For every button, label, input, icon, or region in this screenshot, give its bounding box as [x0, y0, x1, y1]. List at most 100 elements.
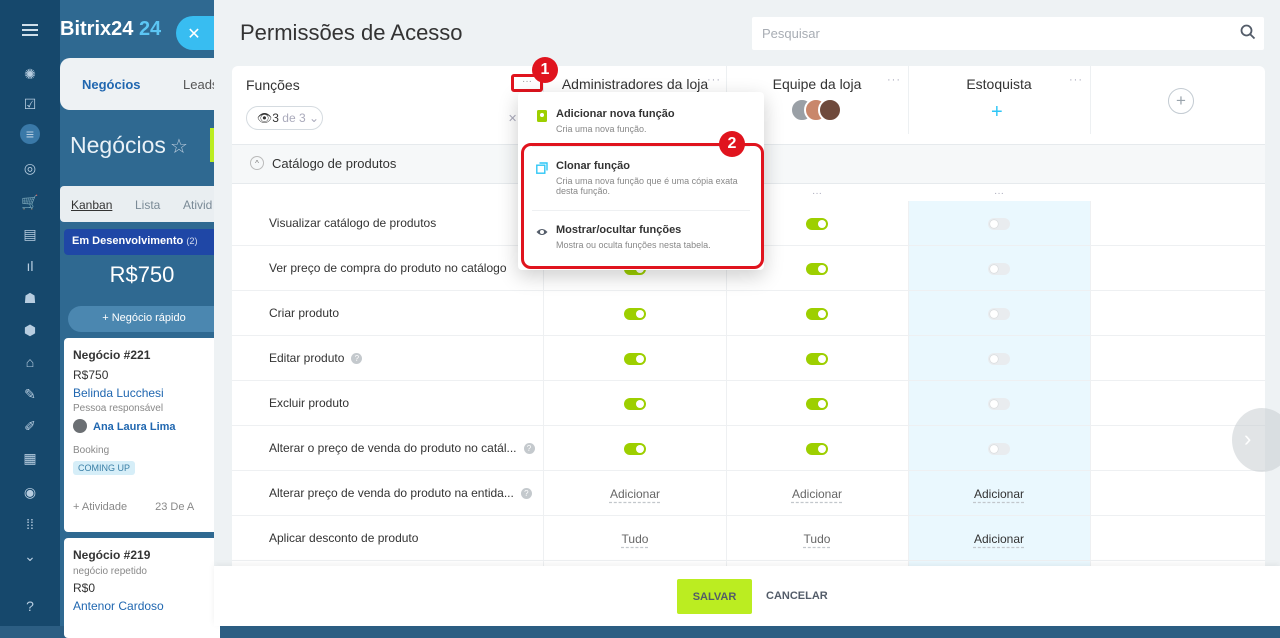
permission-toggle[interactable]: [988, 217, 1010, 230]
permission-toggle[interactable]: [806, 262, 828, 275]
close-slider-button[interactable]: ✕: [176, 16, 216, 50]
brand-logo[interactable]: Bitrix24 24: [60, 18, 161, 41]
more-icon[interactable]: ⌄: [20, 546, 40, 566]
permission-toggle[interactable]: [806, 217, 828, 230]
calendar-icon[interactable]: ▦: [20, 448, 40, 468]
permission-label: Ver preço de compra do produto no catálo…: [269, 261, 507, 275]
analytics-icon[interactable]: ıl: [20, 256, 40, 276]
help-icon[interactable]: ?: [351, 353, 363, 364]
permission-value-link[interactable]: Adicionar: [792, 487, 842, 501]
bg-view-activities[interactable]: Ativid: [183, 198, 212, 212]
permission-label: Excluir produto: [269, 396, 349, 410]
bg-card-contact[interactable]: Belinda Lucchesi: [73, 386, 220, 400]
documents-icon[interactable]: ✐: [20, 416, 40, 436]
permission-toggle[interactable]: [988, 397, 1010, 410]
permission-toggle[interactable]: [988, 352, 1010, 365]
star-icon[interactable]: ☆: [170, 134, 188, 159]
permission-toggle[interactable]: [624, 352, 646, 365]
help-icon[interactable]: ?: [520, 488, 532, 499]
bg-card-title[interactable]: Negócio #219: [73, 548, 220, 562]
permission-cell: [726, 426, 908, 471]
add-member-plus-icon[interactable]: +: [991, 102, 1003, 122]
permission-cell: [726, 336, 908, 381]
column-header-team[interactable]: Equipe da loja: [726, 76, 908, 92]
column-more-icon[interactable]: ···: [994, 188, 1004, 199]
search-icon[interactable]: [1239, 23, 1257, 41]
company-icon[interactable]: ⌂: [20, 352, 40, 372]
permission-toggle[interactable]: [624, 442, 646, 455]
activity-stream-icon[interactable]: ✺: [20, 64, 40, 84]
bg-view-kanban[interactable]: Kanban: [71, 198, 112, 212]
bg-deal-card[interactable]: Negócio #219 negócio repetido R$0 Anteno…: [64, 538, 220, 638]
close-icon: ✕: [187, 26, 201, 43]
column-more-icon[interactable]: ···: [1069, 74, 1083, 86]
permission-toggle[interactable]: [988, 262, 1010, 275]
permission-cell: [908, 426, 1090, 471]
permission-value-link[interactable]: Tudo: [804, 532, 831, 546]
permission-value-link[interactable]: Adicionar: [974, 532, 1024, 546]
save-button[interactable]: SALVAR: [677, 579, 752, 614]
column-header-stockist[interactable]: Estoquista: [908, 76, 1090, 92]
sign-icon[interactable]: ✎: [20, 384, 40, 404]
shop-icon[interactable]: 🛒: [20, 192, 40, 212]
contacts-icon[interactable]: ▤: [20, 224, 40, 244]
permission-toggle[interactable]: [806, 397, 828, 410]
bg-card-contact[interactable]: Antenor Cardoso: [73, 599, 220, 613]
permission-label-text: Aplicar desconto de produto: [269, 531, 419, 545]
menu-item-add-role[interactable]: Adicionar nova função Cria uma nova funç…: [518, 108, 764, 134]
bg-card-activity[interactable]: + Atividade: [73, 501, 127, 513]
sales-icon[interactable]: ◎: [20, 158, 40, 178]
permission-toggle[interactable]: [988, 307, 1010, 320]
member-avatars[interactable]: [790, 98, 844, 124]
permission-toggle[interactable]: [988, 442, 1010, 455]
bg-view-list[interactable]: Lista: [135, 198, 160, 212]
inventory-icon[interactable]: ⬢: [20, 320, 40, 340]
permission-cell: Adicionar: [544, 471, 726, 516]
apps-icon[interactable]: ⁞⁞: [20, 514, 40, 534]
permission-toggle[interactable]: [806, 352, 828, 365]
section-title: Catálogo de produtos: [272, 156, 397, 171]
roles-filter-chip[interactable]: 👁︎3 de 3 ⌄: [246, 106, 323, 130]
column-header-admins[interactable]: Administradores da loja: [544, 76, 726, 92]
search-input[interactable]: [752, 17, 1264, 50]
settings-icon[interactable]: ◉: [20, 482, 40, 502]
avatar: [73, 419, 87, 433]
permission-cell: [544, 381, 726, 426]
permission-toggle[interactable]: [806, 442, 828, 455]
permission-row: Criar produto: [232, 291, 1265, 336]
permission-value-link[interactable]: Adicionar: [610, 487, 660, 501]
permission-value-link[interactable]: Adicionar: [974, 487, 1024, 501]
bg-card-title[interactable]: Negócio #221: [73, 348, 220, 362]
permission-toggle[interactable]: [624, 307, 646, 320]
permission-label: Alterar preço de venda do produto na ent…: [269, 486, 532, 500]
permission-cell: [908, 336, 1090, 381]
help-icon[interactable]: ?: [523, 443, 535, 454]
chevron-up-icon[interactable]: ^: [250, 156, 264, 170]
column-more-icon[interactable]: ···: [707, 74, 721, 86]
cancel-button[interactable]: CANCELAR: [766, 590, 828, 602]
bg-quick-deal-button[interactable]: + Negócio rápido: [68, 306, 220, 332]
collapse-icon[interactable]: ✕: [508, 112, 517, 125]
bg-tab-deals[interactable]: Negócios: [82, 77, 141, 92]
column-more-icon[interactable]: ···: [887, 74, 901, 86]
robot-icon[interactable]: ☗: [20, 288, 40, 308]
permission-cell: [908, 201, 1090, 246]
permission-cell: [908, 381, 1090, 426]
permission-cell: [544, 291, 726, 336]
chevron-down-icon: ⌄: [308, 111, 320, 125]
permission-toggle[interactable]: [806, 307, 828, 320]
tasks-icon[interactable]: ☑: [20, 94, 40, 114]
menu-icon[interactable]: [22, 24, 38, 26]
crm-icon[interactable]: ≡: [20, 124, 40, 144]
permission-value-link[interactable]: Tudo: [622, 532, 649, 546]
step-marker: 1: [532, 57, 558, 83]
add-role-column-button[interactable]: +: [1168, 88, 1194, 114]
bg-deal-card[interactable]: Negócio #221 R$750 Belinda Lucchesi Pess…: [64, 338, 220, 532]
bg-stage-count: (2): [186, 236, 198, 246]
bg-stage-name: Em Desenvolvimento: [72, 235, 184, 247]
help-icon[interactable]: ?: [20, 596, 40, 616]
bg-card-tag: COMING UP: [73, 461, 136, 475]
permission-toggle[interactable]: [624, 397, 646, 410]
column-more-icon[interactable]: ···: [812, 188, 822, 199]
bg-card-resp-name[interactable]: Ana Laura Lima: [93, 421, 176, 433]
